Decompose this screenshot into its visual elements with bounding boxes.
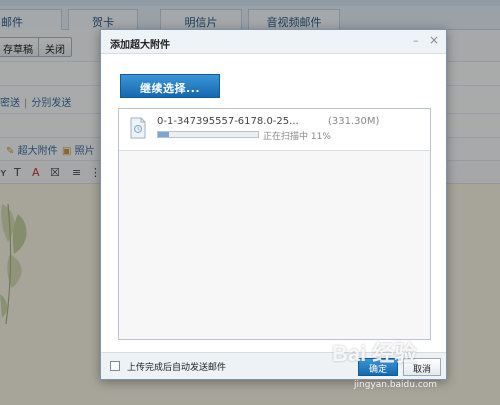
file-list: 0-1-347395557-6178.0-25... (331.30M) 正在扫… [118,108,431,340]
continue-select-button[interactable]: 继续选择... [120,74,220,98]
file-size: (331.30M) [328,116,380,127]
auto-send-label: 上传完成后自动发送邮件 [127,363,227,373]
auto-send-checkbox[interactable] [110,361,120,371]
watermark-url: jingyan.baidu.com [354,380,438,390]
baidu-jingyan-watermark: Bai 经验 jingyan.baidu.com [328,336,500,405]
upload-progress-fill [158,132,169,137]
watermark-logo-text: Bai 经验 [332,341,417,366]
close-icon[interactable]: × [429,33,441,47]
scan-status: 正在扫描中 11% [263,132,331,142]
dialog-title: 添加超大附件 [110,40,170,51]
upload-progress-bar [157,131,259,138]
continue-select-label: 继续选择... [139,82,201,95]
add-large-attachment-dialog: 添加超大附件 – × 继续选择... 0-1-347395557-6178.0-… [100,29,447,380]
file-name: 0-1-347395557-6178.0-25... [157,116,299,127]
dialog-titlebar: 添加超大附件 – × [101,30,446,54]
minimize-icon[interactable]: – [413,34,423,48]
file-list-item: 0-1-347395557-6178.0-25... (331.30M) 正在扫… [119,109,430,151]
file-icon [130,117,146,139]
